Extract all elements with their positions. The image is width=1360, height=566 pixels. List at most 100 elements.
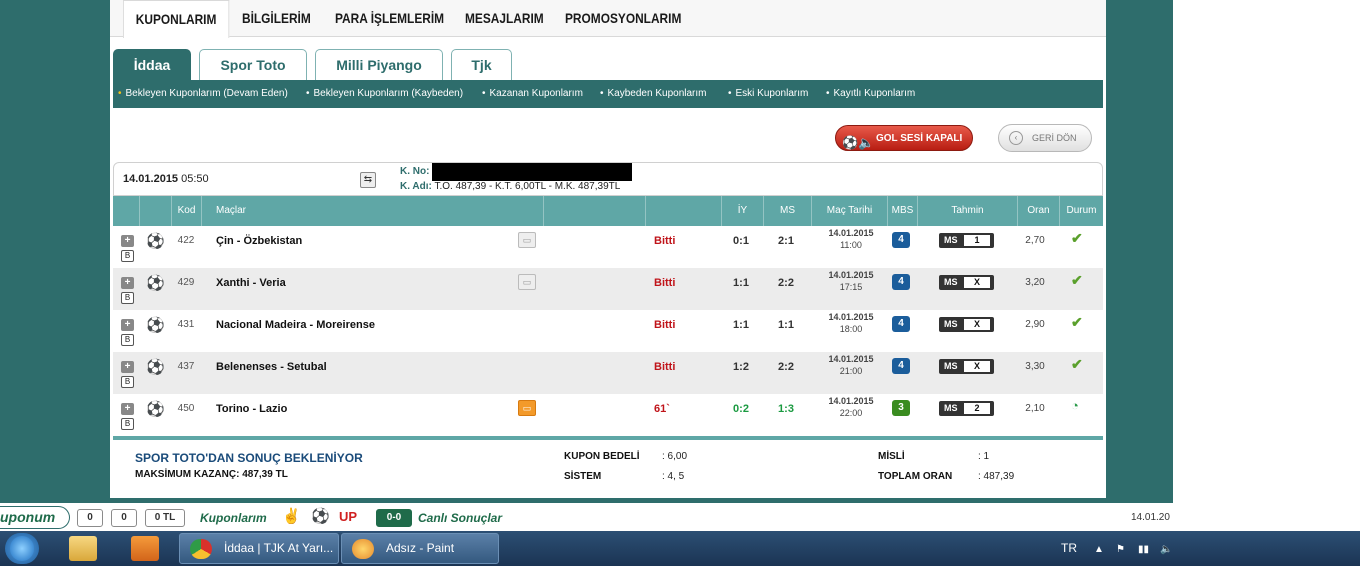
gol-sesi-button[interactable]: ⚽🔈 GOL SESİ KAPALI: [835, 125, 973, 151]
paint-window-title: Adsız - Paint: [386, 541, 455, 555]
odds: 3,30: [1025, 361, 1045, 372]
expand-icon[interactable]: +: [121, 235, 134, 247]
counter-balance: 0 TL: [145, 509, 185, 527]
refresh-icon[interactable]: ⇆: [360, 172, 376, 188]
handshake-icon[interactable]: ✌: [282, 508, 301, 526]
odds: 3,20: [1025, 277, 1045, 288]
prediction-type: MS: [944, 319, 958, 329]
bulletin-icon[interactable]: B: [121, 418, 134, 430]
prediction: MS X: [939, 317, 994, 332]
volume-icon[interactable]: 🔈: [1160, 544, 1172, 555]
table-row: + B ⚽ 437 Belenenses - Setubal Bitti 1:2…: [113, 352, 1103, 394]
live-tv-icon[interactable]: ▭: [518, 274, 536, 290]
canli-sonuclar-link[interactable]: Canlı Sonuçlar: [418, 509, 502, 527]
kupon-bedeli-value: : 6,00: [662, 451, 688, 462]
score-icon[interactable]: 0-0: [376, 509, 412, 527]
full-time-score: 2:2: [778, 361, 794, 373]
kuponlarim-link[interactable]: Kuponlarım: [200, 509, 267, 527]
bulletin-icon[interactable]: B: [121, 250, 134, 262]
max-win-label: MAKSİMUM KAZANÇ:: [135, 469, 240, 480]
folder-icon[interactable]: [69, 536, 97, 561]
nav-para-islemlerim[interactable]: PARA İŞLEMLERİM: [335, 0, 444, 37]
tab-tjk[interactable]: Tjk: [451, 49, 512, 80]
header-blank: [543, 196, 645, 226]
tray-arrow-icon[interactable]: ▲: [1094, 544, 1104, 555]
network-icon[interactable]: ▮▮: [1138, 544, 1149, 555]
internet-explorer-icon[interactable]: [10, 536, 34, 561]
football-icon: ⚽: [146, 317, 165, 334]
toolbar-date: 14.01.20: [1131, 512, 1170, 523]
subnav-bekleyen-kaybeden[interactable]: Bekleyen Kuponlarım (Kaybeden): [306, 80, 464, 108]
match-date-time: 21:00: [839, 366, 863, 376]
match-date-day: 14.01.2015: [828, 270, 874, 280]
flag-icon[interactable]: ⚑: [1116, 544, 1125, 555]
nav-promosyonlarim[interactable]: PROMOSYONLARIM: [565, 0, 681, 37]
subnav-kazanan[interactable]: Kazanan Kuponlarım: [482, 80, 583, 108]
tab-spor-toto[interactable]: Spor Toto: [199, 49, 307, 80]
media-player-icon[interactable]: [131, 536, 159, 561]
nav-kuponlarim[interactable]: KUPONLARIM: [123, 0, 230, 38]
expand-icon[interactable]: +: [121, 277, 134, 289]
pending-icon: ◔: [1071, 398, 1079, 413]
sub-navigation: Bekleyen Kuponlarım (Devam Eden) Bekleye…: [113, 80, 1103, 108]
match-name[interactable]: Torino - Lazio: [216, 394, 287, 424]
tab-milli-piyango[interactable]: Milli Piyango: [315, 49, 443, 80]
full-time-score: 1:3: [778, 403, 794, 415]
geri-don-button[interactable]: ‹ GERİ DÖN: [998, 124, 1092, 152]
full-time-score: 1:1: [778, 319, 794, 331]
expand-icon[interactable]: +: [121, 319, 134, 331]
live-tv-icon[interactable]: ▭: [518, 400, 536, 416]
tab-iddaa[interactable]: İddaa: [113, 49, 191, 80]
match-name[interactable]: Belenenses - Setubal: [216, 352, 327, 382]
header-kod: Kod: [171, 196, 201, 226]
subnav-eski[interactable]: Eski Kuponlarım: [728, 80, 809, 108]
taskbar-chrome[interactable]: İddaa | TJK At Yarı...: [179, 533, 339, 564]
live-tv-icon[interactable]: ▭: [518, 232, 536, 248]
expand-icon[interactable]: +: [121, 361, 134, 373]
geri-don-label: GERİ DÖN: [1032, 133, 1077, 143]
bulletin-icon[interactable]: B: [121, 334, 134, 346]
prediction-value: X: [964, 277, 990, 288]
table-row: + B ⚽ 422 Çin - Özbekistan ▭ Bitti 0:1 2…: [113, 226, 1103, 268]
up-icon[interactable]: UP: [339, 508, 357, 526]
match-code: 437: [177, 361, 195, 372]
kuponum-logo[interactable]: uponum: [0, 506, 70, 529]
football-icon: ⚽: [146, 275, 165, 292]
football-icon[interactable]: ⚽: [311, 508, 330, 526]
coupon-name-label: K. Adı:: [400, 181, 432, 192]
prediction-value: 1: [964, 235, 990, 246]
match-date: 14.01.2015 21:00: [813, 353, 889, 377]
header-expand: [113, 196, 139, 226]
bulletin-icon[interactable]: B: [121, 292, 134, 304]
subnav-kayitli[interactable]: Kayıtlı Kuponlarım: [826, 80, 916, 108]
nav-mesajlarim[interactable]: MESAJLARIM: [465, 0, 544, 37]
taskbar-paint[interactable]: Adsız - Paint: [341, 533, 499, 564]
top-navigation: KUPONLARIM BİLGİLERİM PARA İŞLEMLERİM ME…: [110, 0, 1106, 38]
expand-icon[interactable]: +: [121, 403, 134, 415]
toplam-oran-label: TOPLAM ORAN: [878, 471, 953, 482]
language-indicator[interactable]: TR: [1061, 531, 1077, 566]
match-code: 431: [177, 319, 195, 330]
header-sport: [139, 196, 171, 226]
coupon-header: 14.01.2015 05:50 ⇆ K. No: K. Adı: T.O. 4…: [113, 162, 1103, 196]
full-time-score: 2:1: [778, 235, 794, 247]
match-name[interactable]: Çin - Özbekistan: [216, 226, 302, 256]
chrome-icon: [190, 539, 212, 559]
header-mac-tarihi: Maç Tarihi: [811, 196, 887, 226]
match-date-day: 14.01.2015: [828, 354, 874, 364]
prediction-value: X: [964, 319, 990, 330]
odds: 2,70: [1025, 235, 1045, 246]
match-name[interactable]: Xanthi - Veria: [216, 268, 286, 298]
prediction: MS X: [939, 359, 994, 374]
sistem-value: : 4, 5: [662, 471, 685, 482]
subnav-bekleyen-devam[interactable]: Bekleyen Kuponlarım (Devam Eden): [118, 80, 288, 108]
subnav-kaybeden[interactable]: Kaybeden Kuponlarım: [600, 80, 707, 108]
mbs-badge: 3: [892, 400, 910, 416]
match-date-time: 18:00: [839, 324, 863, 334]
match-name[interactable]: Nacional Madeira - Moreirense: [216, 310, 375, 340]
table-row: + B ⚽ 431 Nacional Madeira - Moreirense …: [113, 310, 1103, 352]
nav-bilgilerim[interactable]: BİLGİLERİM: [242, 0, 311, 37]
odds: 2,90: [1025, 319, 1045, 330]
bulletin-icon[interactable]: B: [121, 376, 134, 388]
coupon-number-label: K. No:: [400, 166, 430, 177]
